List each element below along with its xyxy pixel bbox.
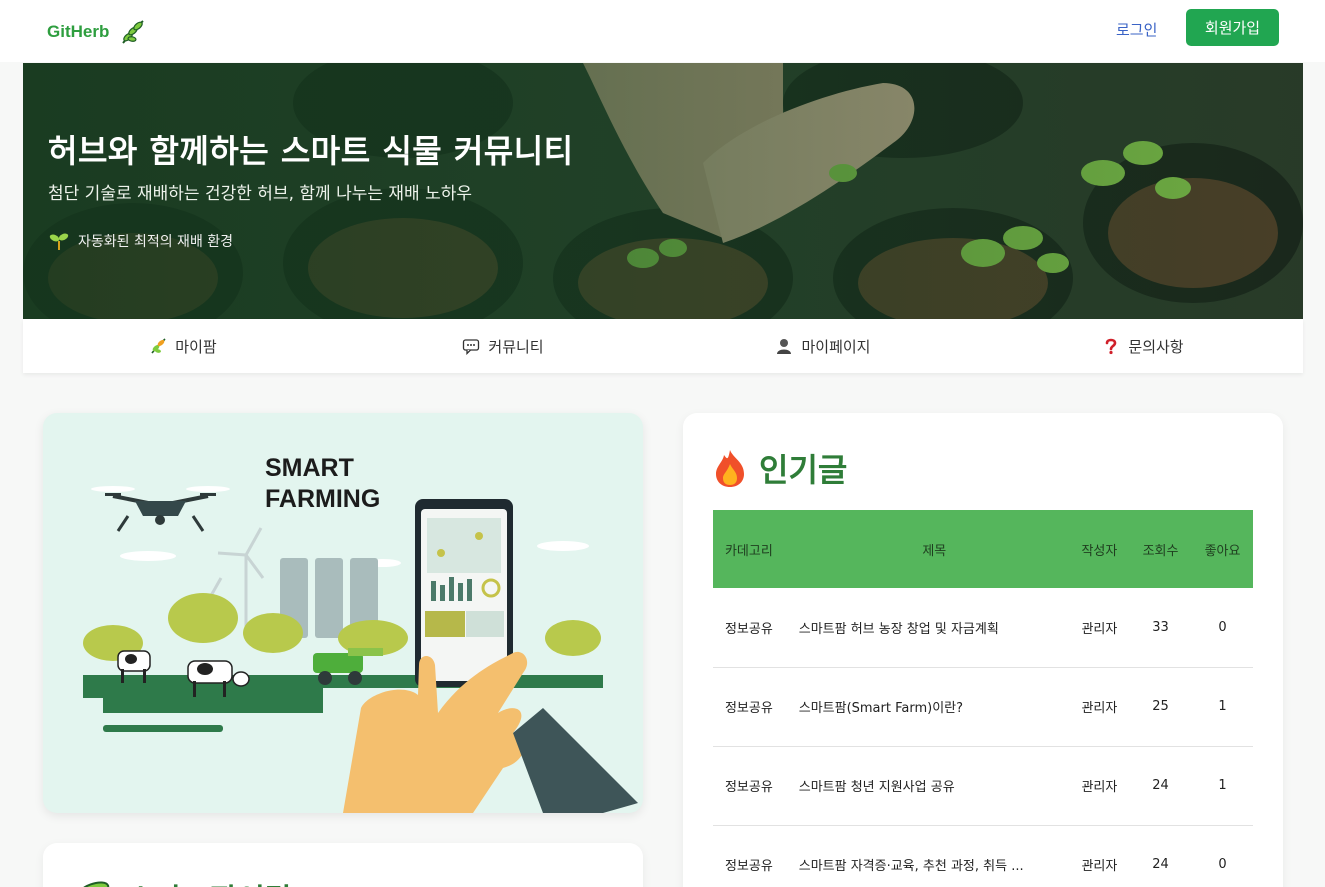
herb-icon — [151, 338, 166, 354]
table-row[interactable]: 정보공유 스마트팜 허브 농장 창업 및 자금계획 관리자 33 0 — [713, 588, 1253, 668]
signup-button[interactable]: 회원가입 — [1186, 9, 1279, 46]
row-views: 25 — [1128, 667, 1193, 747]
nav-item-label: 마이팜 — [175, 337, 217, 356]
column-header-title[interactable]: 제목 — [784, 510, 1070, 588]
hero-feature: 자동화된 최적의 재배 환경 — [48, 230, 233, 252]
hero-feature-label: 자동화된 최적의 재배 환경 — [78, 234, 234, 250]
row-views: 24 — [1128, 825, 1193, 887]
smart-farming-heading-line1: SMART — [265, 454, 354, 482]
table-row[interactable]: 정보공유 스마트팜(Smart Farm)이란? 관리자 25 1 — [713, 667, 1253, 747]
fire-icon — [716, 450, 744, 487]
question-icon — [1106, 338, 1117, 355]
nav-item-label: 커뮤니티 — [488, 337, 544, 356]
column-header-author[interactable]: 작성자 — [1069, 510, 1129, 588]
row-likes: 1 — [1192, 667, 1253, 747]
row-title-cell[interactable]: 스마트팜 허브 농장 창업 및 자금계획 — [784, 588, 1070, 668]
row-category: 정보공유 — [713, 746, 785, 826]
row-category: 정보공유 — [713, 667, 785, 747]
row-author: 관리자 — [1069, 667, 1129, 747]
row-views: 24 — [1128, 746, 1193, 826]
nav-item-label: 마이페이지 — [801, 337, 871, 356]
drone-icon — [91, 486, 230, 532]
smart-farming-illustration-card: SMART FARMING — [43, 413, 643, 813]
row-likes: 0 — [1192, 825, 1253, 887]
row-author: 관리자 — [1069, 588, 1129, 668]
leaf-logo-icon — [122, 20, 145, 44]
brand-name[interactable]: GitHerb — [47, 22, 109, 42]
smart-farm-info-title: 스마트팜이란? — [127, 875, 310, 887]
row-title[interactable]: 스마트팜 허브 농장 창업 및 자금계획 — [799, 618, 1034, 637]
row-likes: 0 — [1192, 588, 1253, 668]
nav-item-myfarm[interactable]: 마이팜 — [23, 319, 343, 373]
row-title-cell[interactable]: 스마트팜 자격증·교육, 추천 과정, 취득 ... — [784, 825, 1070, 887]
popular-posts-title: 인기글 — [759, 451, 848, 489]
hero-subtitle: 첨단 기술로 재배하는 건강한 허브, 함께 나누는 재배 노하우 — [48, 184, 472, 204]
smart-farming-heading: SMART FARMING — [265, 453, 380, 515]
column-header-views[interactable]: 조회수 — [1128, 510, 1193, 588]
row-title[interactable]: 스마트팜 청년 지원사업 공유 — [799, 776, 1034, 795]
nav-item-mypage[interactable]: 마이페이지 — [663, 319, 983, 373]
column-header-likes[interactable]: 좋아요 — [1192, 510, 1253, 588]
row-title-cell[interactable]: 스마트팜 청년 지원사업 공유 — [784, 746, 1070, 826]
popular-posts-card: 인기글 카데고리 제목 작성자 조회수 좋아요 정보공유 스마트팜 허브 농장 … — [683, 413, 1283, 887]
nav-item-community[interactable]: 커뮤니티 — [343, 319, 663, 373]
chat-icon — [463, 339, 480, 355]
login-link[interactable]: 로그인 — [1116, 19, 1157, 40]
smart-farm-info-card: 스마트팜이란? — [43, 843, 643, 887]
table-row[interactable]: 정보공유 스마트팜 자격증·교육, 추천 과정, 취득 ... 관리자 24 0 — [713, 825, 1253, 887]
sprout-icon — [49, 233, 69, 250]
row-views: 33 — [1128, 588, 1193, 668]
top-header: GitHerb 로그인 회원가입 — [0, 0, 1325, 62]
row-title-cell[interactable]: 스마트팜(Smart Farm)이란? — [784, 667, 1070, 747]
popular-posts-header: 인기글 — [713, 445, 847, 491]
row-category: 정보공유 — [713, 825, 785, 887]
person-icon — [777, 339, 792, 354]
hero-title: 허브와 함께하는 스마트 식물 커뮤니티 — [48, 132, 574, 170]
hero-banner: 허브와 함께하는 스마트 식물 커뮤니티 첨단 기술로 재배하는 건강한 허브,… — [23, 63, 1303, 319]
nav-item-label: 문의사항 — [1128, 337, 1184, 356]
column-header-category[interactable]: 카데고리 — [713, 510, 785, 588]
row-likes: 1 — [1192, 746, 1253, 826]
row-title[interactable]: 스마트팜 자격증·교육, 추천 과정, 취득 ... — [799, 855, 1034, 874]
main-nav: 마이팜 커뮤니티 마이페이지 문의사항 — [23, 319, 1303, 373]
popular-posts-table: 카데고리 제목 작성자 조회수 좋아요 정보공유 스마트팜 허브 농장 창업 및… — [713, 510, 1253, 887]
table-header-row: 카데고리 제목 작성자 조회수 좋아요 — [713, 510, 1253, 588]
row-author: 관리자 — [1069, 825, 1129, 887]
nav-item-inquiry[interactable]: 문의사항 — [983, 319, 1303, 373]
brand[interactable]: GitHerb — [47, 18, 147, 46]
row-author: 관리자 — [1069, 746, 1129, 826]
smart-farming-heading-line2: FARMING — [265, 485, 381, 513]
herb-icon — [76, 881, 110, 887]
table-row[interactable]: 정보공유 스마트팜 청년 지원사업 공유 관리자 24 1 — [713, 746, 1253, 826]
row-category: 정보공유 — [713, 588, 785, 668]
row-title[interactable]: 스마트팜(Smart Farm)이란? — [799, 697, 1034, 716]
